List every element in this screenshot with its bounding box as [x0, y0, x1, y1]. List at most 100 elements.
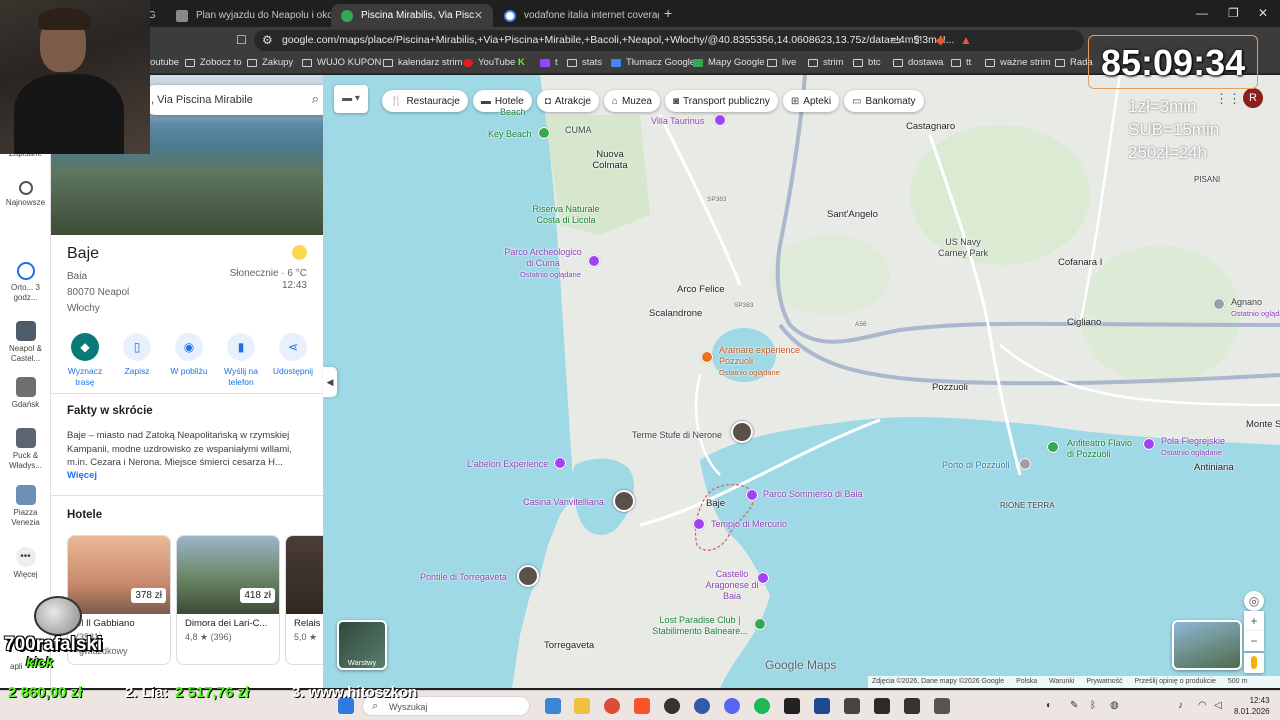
map-menu-button[interactable]: ▬ ▾	[334, 85, 368, 113]
brave-shield-icon[interactable]: ◆	[936, 33, 945, 47]
rail-item[interactable]: Gdańsk	[0, 377, 51, 410]
map-label[interactable]: Castello Aragonese di Baia	[705, 569, 759, 602]
footer-link[interactable]: Polska	[1016, 678, 1037, 685]
save-button[interactable]: ▯ Zapisz	[111, 333, 163, 388]
bookmark-item[interactable]: Mapy Google	[693, 57, 765, 68]
rail-item[interactable]: Neapol & Castel...	[0, 321, 51, 364]
rail-more[interactable]: ••• Więcej	[0, 547, 51, 580]
zoom-out-button[interactable]: −	[1244, 631, 1264, 651]
poi-pin[interactable]	[754, 618, 766, 630]
tab-plan[interactable]: Plan wyjazdu do Neapolu i okolic - G	[166, 4, 331, 27]
tab-prefix[interactable]: G	[148, 4, 162, 27]
chip-pharmacies[interactable]: ⊞ Apteki	[782, 90, 840, 112]
map-label[interactable]: Lost Paradise Club | Stabilimento Balnea…	[647, 615, 753, 637]
poi-pin[interactable]	[554, 457, 566, 469]
wifi-icon[interactable]: ◠	[1198, 700, 1207, 711]
rail-item[interactable]: Orto... 3 godz...	[0, 262, 51, 303]
bookmark-item[interactable]: live	[767, 57, 796, 68]
share-icon[interactable]: ⇪	[912, 33, 922, 47]
close-tab-icon[interactable]: ✕	[474, 9, 483, 22]
map-label[interactable]: Aramare experience Pozzuoli	[719, 345, 803, 367]
close-window-icon[interactable]: ✕	[1258, 6, 1268, 20]
task-view-icon[interactable]	[545, 698, 561, 714]
poi-pin[interactable]	[693, 518, 705, 530]
mic-icon[interactable]: ♪	[1178, 700, 1183, 711]
bookmark-item[interactable]: dostawa	[893, 57, 943, 68]
bookmark-icon[interactable]: ☐	[236, 33, 247, 47]
search-icon[interactable]: ⌕	[312, 91, 319, 107]
hotel-card[interactable]: Relais 5,0 ★	[285, 535, 323, 665]
more-link[interactable]: Więcej	[67, 470, 307, 481]
bookmark-item[interactable]: Zakupy	[247, 57, 293, 68]
app-icon[interactable]	[874, 698, 890, 714]
bookmark-item[interactable]: stats	[567, 57, 602, 68]
footer-link[interactable]: Warunki	[1049, 678, 1074, 685]
poi-pin[interactable]	[701, 351, 713, 363]
obs-icon[interactable]	[664, 698, 680, 714]
chip-attractions[interactable]: ◘ Atrakcje	[536, 90, 599, 112]
brave-rewards-icon[interactable]: ▲	[960, 33, 972, 47]
pegman-icon[interactable]	[1244, 653, 1264, 673]
map-label[interactable]: Beach	[500, 107, 526, 118]
chip-restaurants[interactable]: 🍴 Restauracje	[382, 90, 468, 112]
send-to-phone-button[interactable]: ▮ Wyślij na telefon	[215, 333, 267, 388]
poi-pin[interactable]	[746, 489, 758, 501]
collapse-panel-button[interactable]: ◀	[323, 367, 337, 397]
app-icon[interactable]	[784, 698, 800, 714]
directions-button[interactable]: ◆ Wyznacz trasę	[59, 333, 111, 388]
chrome-icon[interactable]	[604, 698, 620, 714]
google-maps-view[interactable]: ▬ ▾ 🍴 Restauracje ▬ Hotele ◘ Atrakcje ⌂ Muze…	[0, 75, 1280, 688]
poi-pin[interactable]	[1019, 458, 1031, 470]
map-label[interactable]: Pontile di Torregaveta	[420, 572, 507, 583]
bookmark-item[interactable]: Zobocz to	[185, 57, 242, 68]
poi-pin[interactable]	[757, 572, 769, 584]
app-icon[interactable]	[904, 698, 920, 714]
map-label[interactable]: Porto di Pozzuoli	[942, 460, 1010, 471]
bookmark-item[interactable]: strim	[808, 57, 844, 68]
chip-museums[interactable]: ⌂ Muzea	[603, 90, 660, 112]
maximize-icon[interactable]: ❐	[1228, 6, 1239, 20]
search-input[interactable]: , Via Piscina Mirabile ⌕	[141, 85, 323, 115]
my-location-icon[interactable]: ◎	[1244, 591, 1264, 611]
app-icon[interactable]	[814, 698, 830, 714]
street-view-preview[interactable]	[1172, 620, 1242, 670]
chip-transport[interactable]: ◙ Transport publiczny	[664, 90, 778, 112]
layers-button[interactable]: Warstwy	[337, 620, 387, 670]
new-tab-button[interactable]: +	[664, 5, 672, 21]
nearby-button[interactable]: ◉ W pobliżu	[163, 333, 215, 388]
map-label[interactable]: Terme Stufe di Nerone	[632, 430, 722, 441]
share-button[interactable]: ⋖ Udostępnij	[267, 333, 319, 388]
poi-pin[interactable]	[1047, 441, 1059, 453]
chip-atms[interactable]: ▭ Bankomaty	[844, 90, 924, 112]
map-label[interactable]: Parco Sommerso di Baia	[763, 489, 863, 500]
poi-pin[interactable]	[714, 114, 726, 126]
app-icon[interactable]	[844, 698, 860, 714]
map-label[interactable]: Riserva Naturale Costa di Licola	[528, 204, 604, 226]
bookmark-item[interactable]: K	[518, 57, 525, 68]
volume-icon[interactable]: ◁	[1214, 700, 1222, 711]
bookmark-item[interactable]: tt	[951, 57, 971, 68]
rail-recent[interactable]: Najnowsze	[0, 181, 51, 208]
tray-icon[interactable]: ◐	[1046, 700, 1052, 711]
scale-bar[interactable]: 500 m	[1228, 678, 1247, 685]
photo-thumbnail[interactable]	[731, 421, 753, 443]
poi-pin[interactable]	[538, 127, 550, 139]
rail-item[interactable]: Piazza Venezia	[0, 485, 51, 528]
map-label[interactable]: Key Beach	[488, 129, 532, 140]
map-label[interactable]: Pola Flegrejskie	[1161, 436, 1225, 447]
tray-icon[interactable]: ◍	[1110, 700, 1119, 711]
map-label[interactable]: Tempio di Mercurio	[711, 519, 787, 530]
site-info-icon[interactable]: ⚙	[262, 33, 273, 47]
rail-item[interactable]: Puck & Władys...	[0, 428, 51, 471]
bookmark-item[interactable]: ważne strim	[985, 57, 1051, 68]
tray-icon[interactable]: ✎	[1070, 700, 1078, 711]
discord-icon[interactable]	[724, 698, 740, 714]
map-label[interactable]: L'abelon Experience	[467, 459, 548, 470]
photo-thumbnail[interactable]	[613, 490, 635, 512]
taskbar-clock[interactable]: 12:43 8.01.2026	[1234, 695, 1270, 717]
footer-link[interactable]: Prześlij opinię o produkcie	[1135, 678, 1216, 685]
bookmark-item[interactable]: t	[540, 57, 558, 68]
hotel-card[interactable]: 418 zł Dimora dei Lari-C... 4,8 ★ (396)	[176, 535, 280, 665]
bluetooth-icon[interactable]: ᛒ	[1090, 700, 1096, 711]
photo-thumbnail[interactable]	[517, 565, 539, 587]
